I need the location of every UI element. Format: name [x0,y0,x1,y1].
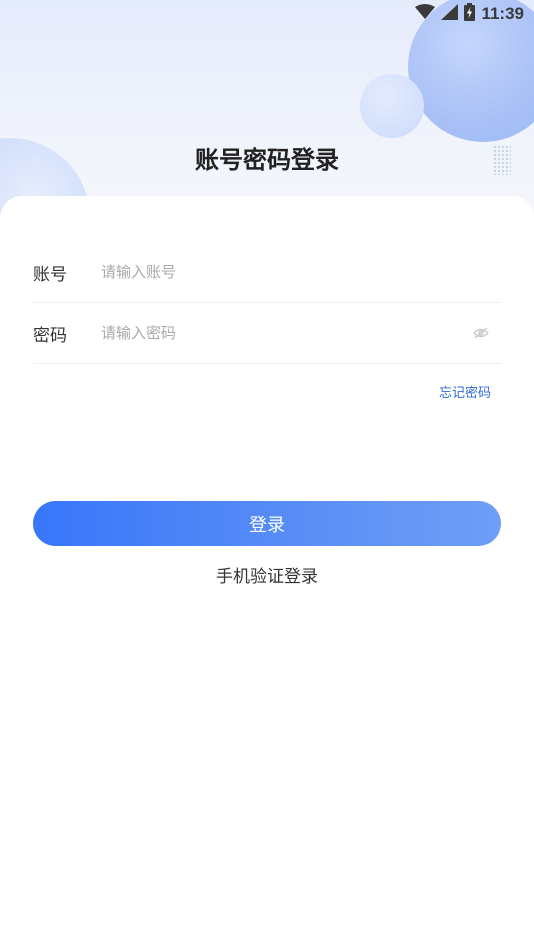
login-button[interactable]: 登录 [33,501,501,546]
status-bar: 11:39 [0,0,534,28]
account-label: 账号 [33,264,67,285]
account-input[interactable] [101,263,501,281]
cellular-signal-icon [441,4,459,24]
decorative-circle-small [360,74,424,138]
password-input[interactable] [101,324,467,342]
account-field-row: 账号 [33,242,501,303]
eye-hidden-icon[interactable] [467,323,495,343]
wifi-icon [415,4,436,24]
page-title: 账号密码登录 [195,146,339,174]
password-label: 密码 [33,325,67,346]
phone-verification-login-link[interactable]: 手机验证登录 [0,562,534,587]
password-field-row: 密码 [33,303,501,364]
login-card: 账号 密码 忘记密码 登录 手机验证登录 [0,196,534,950]
login-screen: 11:39 账号密码登录 账号 密码 忘记密码 登录 手机验证登录 [0,0,534,950]
forgot-password-link[interactable]: 忘记密码 [439,382,491,401]
battery-charging-icon [464,3,476,25]
status-time: 11:39 [481,4,524,23]
